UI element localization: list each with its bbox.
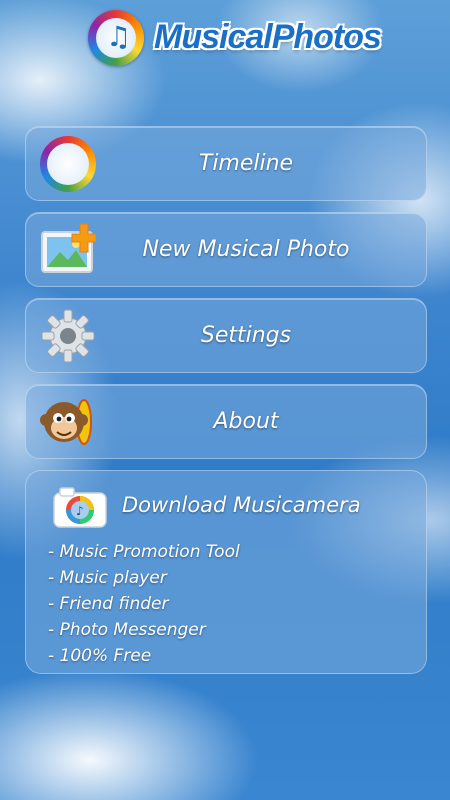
feature-item: - Music player [48,568,167,588]
feature-item: - Friend finder [48,594,169,614]
download-musicamera-panel[interactable]: ♪ Download Musicamera - Music Promotion … [25,470,427,674]
new-musical-photo-button[interactable]: New Musical Photo [25,212,427,287]
settings-label: Settings [200,323,292,348]
gear-icon [41,309,95,363]
app-logo: ♫ MusicalPhotos [88,10,382,70]
feature-item: - Photo Messenger [48,620,206,640]
timeline-label: Timeline [198,151,294,176]
feature-list: - Music Promotion Tool - Music player - … [48,539,240,669]
add-photo-icon [41,223,96,273]
music-note-icon: ♫ [106,20,132,53]
download-title: Download Musicamera [122,493,361,517]
musicamera-camera-icon: ♪ [53,487,107,528]
music-disc-icon [40,136,96,192]
new-musical-photo-label: New Musical Photo [142,237,350,262]
about-button[interactable]: About [25,384,427,459]
settings-button[interactable]: Settings [25,298,427,373]
about-label: About [213,409,279,434]
app-logo-text: MusicalPhotos [154,18,382,56]
feature-item: - 100% Free [48,646,152,666]
timeline-button[interactable]: Timeline [25,126,427,201]
svg-text:♪: ♪ [76,504,84,518]
feature-item: - Music Promotion Tool [48,542,240,562]
monkey-guitar-icon [40,399,92,445]
